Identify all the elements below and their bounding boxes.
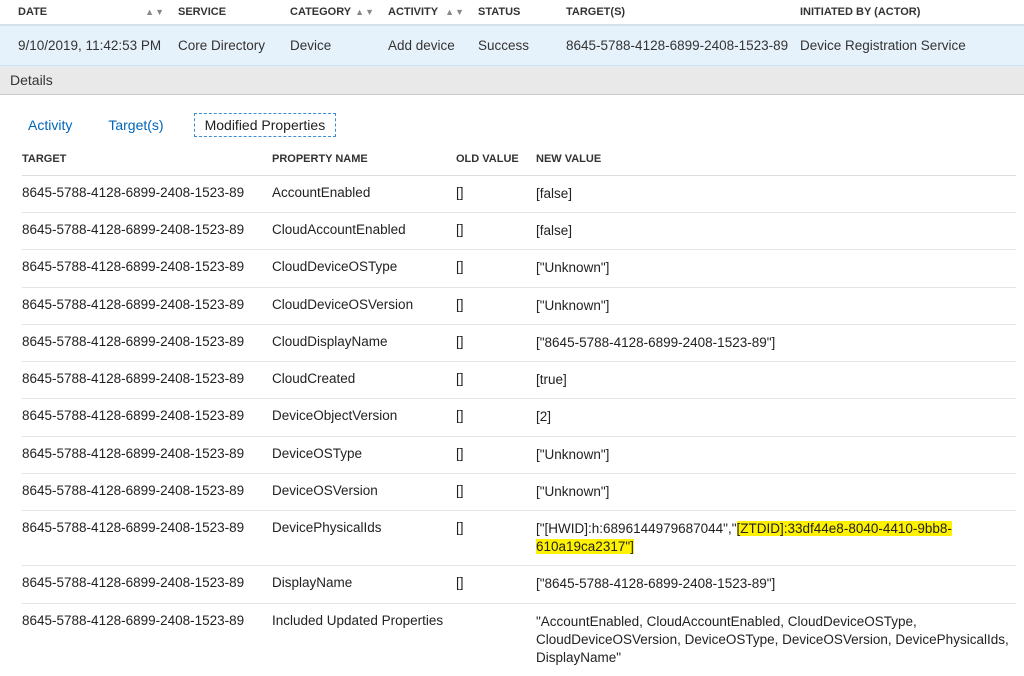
prop-new-value: [false] xyxy=(536,185,1016,203)
prop-new-value: ["8645-5788-4128-6899-2408-1523-89"] xyxy=(536,334,1016,352)
prop-target: 8645-5788-4128-6899-2408-1523-89 xyxy=(22,297,272,312)
prop-col-target[interactable]: TARGET xyxy=(22,153,272,165)
prop-name: CloudDeviceOSType xyxy=(272,259,456,274)
audit-grid-header: DATE ▲▼ SERVICE CATEGORY ▲▼ ACTIVITY ▲▼ … xyxy=(0,0,1024,25)
cell-actor: Device Registration Service xyxy=(800,38,1016,53)
prop-row: 8645-5788-4128-6899-2408-1523-89CloudDev… xyxy=(22,288,1016,325)
cell-date: 9/10/2019, 11:42:53 PM xyxy=(18,38,178,53)
prop-name: CloudDisplayName xyxy=(272,334,456,349)
prop-old-value: [] xyxy=(456,483,536,498)
tab-targets[interactable]: Target(s) xyxy=(102,113,169,137)
sort-icon[interactable]: ▲▼ xyxy=(145,9,164,16)
prop-col-name[interactable]: PROPERTY NAME xyxy=(272,153,456,165)
prop-old-value: [] xyxy=(456,446,536,461)
details-header: Details xyxy=(0,66,1024,95)
prop-new-value: [2] xyxy=(536,408,1016,426)
col-target[interactable]: TARGET(S) xyxy=(566,6,800,18)
prop-target: 8645-5788-4128-6899-2408-1523-89 xyxy=(22,185,272,200)
prop-name: DevicePhysicalIds xyxy=(272,520,456,535)
prop-target: 8645-5788-4128-6899-2408-1523-89 xyxy=(22,575,272,590)
prop-row: 8645-5788-4128-6899-2408-1523-89DevicePh… xyxy=(22,511,1016,566)
prop-old-value: [] xyxy=(456,575,536,590)
prop-new-value: "AccountEnabled, CloudAccountEnabled, Cl… xyxy=(536,613,1016,668)
details-label: Details xyxy=(10,72,53,88)
cell-activity: Add device xyxy=(388,38,478,53)
prop-old-value: [] xyxy=(456,222,536,237)
prop-target: 8645-5788-4128-6899-2408-1523-89 xyxy=(22,259,272,274)
prop-row: 8645-5788-4128-6899-2408-1523-89AccountE… xyxy=(22,176,1016,213)
cell-target: 8645-5788-4128-6899-2408-1523-89 xyxy=(566,38,800,53)
prop-name: CloudAccountEnabled xyxy=(272,222,456,237)
prop-new-value: [false] xyxy=(536,222,1016,240)
prop-old-value: [] xyxy=(456,259,536,274)
prop-old-value: [] xyxy=(456,185,536,200)
col-service[interactable]: SERVICE xyxy=(178,6,290,18)
prop-new-value: ["Unknown"] xyxy=(536,446,1016,464)
prop-target: 8645-5788-4128-6899-2408-1523-89 xyxy=(22,483,272,498)
prop-old-value: [] xyxy=(456,520,536,535)
prop-target: 8645-5788-4128-6899-2408-1523-89 xyxy=(22,222,272,237)
prop-col-new[interactable]: NEW VALUE xyxy=(536,153,1016,165)
details-tabs: Activity Target(s) Modified Properties xyxy=(0,95,1024,143)
prop-name: DeviceOSVersion xyxy=(272,483,456,498)
prop-row: 8645-5788-4128-6899-2408-1523-89DisplayN… xyxy=(22,566,1016,603)
prop-name: CloudDeviceOSVersion xyxy=(272,297,456,312)
prop-old-value: [] xyxy=(456,371,536,386)
audit-grid-row-selected[interactable]: 9/10/2019, 11:42:53 PM Core Directory De… xyxy=(0,25,1024,66)
prop-name: DeviceOSType xyxy=(272,446,456,461)
prop-col-old[interactable]: OLD VALUE xyxy=(456,153,536,165)
cell-category: Device xyxy=(290,38,388,53)
prop-target: 8645-5788-4128-6899-2408-1523-89 xyxy=(22,520,272,535)
prop-new-value: ["8645-5788-4128-6899-2408-1523-89"] xyxy=(536,575,1016,593)
col-actor[interactable]: INITIATED BY (ACTOR) xyxy=(800,6,1016,18)
prop-target: 8645-5788-4128-6899-2408-1523-89 xyxy=(22,371,272,386)
prop-row: 8645-5788-4128-6899-2408-1523-89CloudCre… xyxy=(22,362,1016,399)
cell-service: Core Directory xyxy=(178,38,290,53)
prop-old-value: [] xyxy=(456,408,536,423)
prop-name: Included Updated Properties xyxy=(272,613,456,628)
prop-target: 8645-5788-4128-6899-2408-1523-89 xyxy=(22,613,272,628)
prop-header: TARGET PROPERTY NAME OLD VALUE NEW VALUE xyxy=(22,143,1016,176)
prop-row: 8645-5788-4128-6899-2408-1523-89DeviceOb… xyxy=(22,399,1016,436)
prop-name: AccountEnabled xyxy=(272,185,456,200)
prop-new-value: ["Unknown"] xyxy=(536,483,1016,501)
col-activity[interactable]: ACTIVITY ▲▼ xyxy=(388,6,478,18)
sort-icon[interactable]: ▲▼ xyxy=(445,9,464,16)
cell-status: Success xyxy=(478,38,566,53)
col-category[interactable]: CATEGORY ▲▼ xyxy=(290,6,388,18)
prop-old-value: [] xyxy=(456,297,536,312)
prop-row: 8645-5788-4128-6899-2408-1523-89Included… xyxy=(22,604,1016,676)
prop-new-value: [true] xyxy=(536,371,1016,389)
prop-row: 8645-5788-4128-6899-2408-1523-89CloudDis… xyxy=(22,325,1016,362)
prop-row: 8645-5788-4128-6899-2408-1523-89CloudDev… xyxy=(22,250,1016,287)
modified-properties-table: TARGET PROPERTY NAME OLD VALUE NEW VALUE… xyxy=(0,143,1024,676)
prop-target: 8645-5788-4128-6899-2408-1523-89 xyxy=(22,334,272,349)
prop-row: 8645-5788-4128-6899-2408-1523-89DeviceOS… xyxy=(22,474,1016,511)
prop-target: 8645-5788-4128-6899-2408-1523-89 xyxy=(22,408,272,423)
prop-new-value: ["Unknown"] xyxy=(536,297,1016,315)
sort-icon[interactable]: ▲▼ xyxy=(355,9,374,16)
tab-activity[interactable]: Activity xyxy=(22,113,78,137)
col-date-label: DATE xyxy=(18,6,47,18)
prop-name: CloudCreated xyxy=(272,371,456,386)
prop-old-value: [] xyxy=(456,334,536,349)
prop-name: DeviceObjectVersion xyxy=(272,408,456,423)
col-status[interactable]: STATUS xyxy=(478,6,566,18)
prop-name: DisplayName xyxy=(272,575,456,590)
prop-row: 8645-5788-4128-6899-2408-1523-89CloudAcc… xyxy=(22,213,1016,250)
prop-new-value: ["[HWID]:h:6896144979687044","[ZTDID]:33… xyxy=(536,520,1016,556)
prop-row: 8645-5788-4128-6899-2408-1523-89DeviceOS… xyxy=(22,437,1016,474)
tab-modified-properties[interactable]: Modified Properties xyxy=(194,113,337,137)
prop-target: 8645-5788-4128-6899-2408-1523-89 xyxy=(22,446,272,461)
prop-new-value: ["Unknown"] xyxy=(536,259,1016,277)
col-date[interactable]: DATE ▲▼ xyxy=(18,6,178,18)
